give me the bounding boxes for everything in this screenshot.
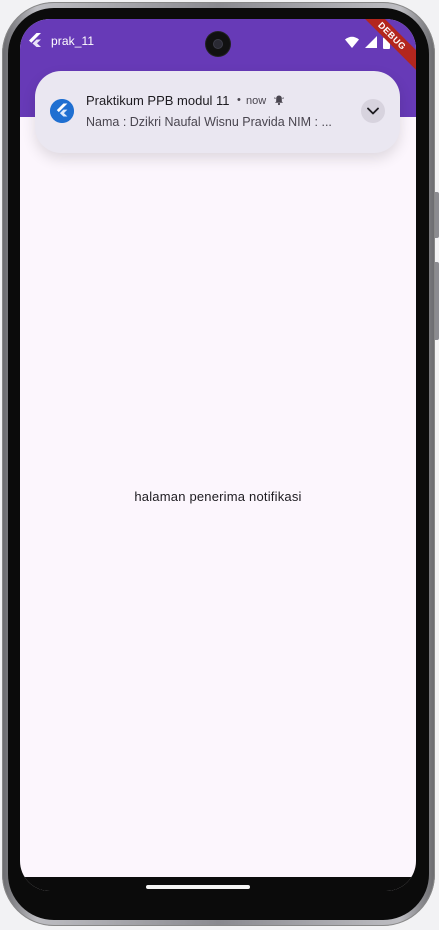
chevron-down-icon <box>367 107 379 115</box>
bell-icon <box>274 95 284 106</box>
home-indicator[interactable] <box>146 885 250 889</box>
volume-button <box>435 262 439 340</box>
notification-time: now <box>246 95 267 107</box>
notification-body: Nama : Dzikri Naufal Wisnu Pravida NIM :… <box>86 115 332 129</box>
front-camera <box>206 32 230 56</box>
notification-title: Praktikum PPB modul 11 <box>86 93 230 108</box>
status-bar: prak_11 DEBUG <box>20 19 416 77</box>
power-button <box>435 192 439 238</box>
device-screen: prak_11 DEBUG Praktikum PPB modul 11 • n… <box>20 19 416 891</box>
heads-up-notification[interactable]: Praktikum PPB modul 11 • now Nama : Dzik… <box>35 71 400 153</box>
flutter-icon <box>50 99 74 123</box>
body-message: halaman penerima notifikasi <box>134 489 302 504</box>
status-app-title: prak_11 <box>51 34 95 48</box>
notification-expand-button[interactable] <box>361 99 385 123</box>
notification-separator: • <box>237 94 241 106</box>
wifi-icon <box>345 36 359 48</box>
flutter-icon <box>29 33 41 47</box>
signal-icon <box>365 36 377 48</box>
